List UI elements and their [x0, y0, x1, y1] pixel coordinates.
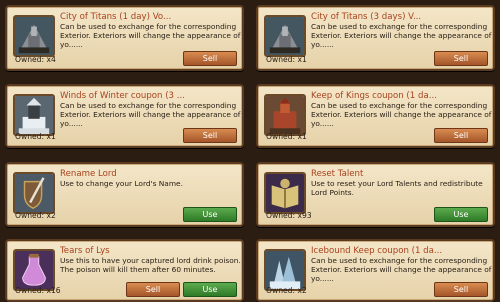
item-card: City of Titans (3 days) V... Can be used…: [256, 5, 495, 71]
item-description: Can be used to exchange for the correspo…: [311, 256, 492, 283]
sell-button[interactable]: Sell: [183, 128, 237, 143]
sell-button[interactable]: Sell: [434, 282, 488, 297]
castle-icon: [13, 15, 55, 57]
item-card: Reset Talent Use to reset your Lord Tale…: [256, 162, 495, 227]
shield-quill-icon: [13, 172, 55, 214]
owned-count: Owned: x16: [15, 286, 61, 295]
use-button[interactable]: Use: [434, 207, 488, 222]
owned-count: Owned: x1: [266, 55, 307, 64]
sell-button[interactable]: Sell: [434, 128, 488, 143]
item-title: Tears of Lys: [60, 246, 110, 256]
item-card: Icebound Keep coupon (1 da... Can be use…: [256, 239, 495, 302]
owned-count: Owned: x2: [266, 286, 307, 295]
item-description: Can be used to exchange for the correspo…: [60, 22, 241, 49]
item-title: Winds of Winter coupon (3 ...: [60, 91, 185, 101]
red-keep-icon: [264, 94, 306, 136]
owned-count: Owned: x1: [15, 132, 56, 141]
use-button[interactable]: Use: [183, 282, 237, 297]
item-description: Can be used to exchange for the correspo…: [60, 101, 241, 128]
inventory-grid: City of Titans (1 day) Vo... Can be used…: [0, 0, 500, 302]
sell-button[interactable]: Sell: [126, 282, 180, 297]
item-card: Rename Lord Use to change your Lord's Na…: [5, 162, 244, 227]
item-description: Use to reset your Lord Talents and redis…: [311, 179, 483, 197]
book-icon: [264, 172, 306, 214]
item-card: Keep of Kings coupon (1 da... Can be use…: [256, 84, 495, 148]
item-title: Keep of Kings coupon (1 da...: [311, 91, 437, 101]
item-description: Can be used to exchange for the correspo…: [311, 101, 492, 128]
item-title: City of Titans (3 days) V...: [311, 12, 422, 22]
item-title: Reset Talent: [311, 169, 364, 179]
owned-count: Owned: x4: [15, 55, 56, 64]
item-description: Use this to have your captured lord drin…: [60, 256, 241, 274]
item-card: City of Titans (1 day) Vo... Can be used…: [5, 5, 244, 71]
owned-count: Owned: x1: [266, 132, 307, 141]
ice-keep-icon: [264, 249, 306, 291]
snow-tower-icon: [13, 94, 55, 136]
item-description: Use to change your Lord's Name.: [60, 179, 183, 188]
item-title: Icebound Keep coupon (1 da...: [311, 246, 443, 256]
poison-vial-icon: [13, 249, 55, 291]
item-card: Winds of Winter coupon (3 ... Can be use…: [5, 84, 244, 148]
use-button[interactable]: Use: [183, 207, 237, 222]
item-card: Tears of Lys Use this to have your captu…: [5, 239, 244, 302]
castle-icon: [264, 15, 306, 57]
item-title: Rename Lord: [60, 169, 117, 179]
item-description: Can be used to exchange for the correspo…: [311, 22, 492, 49]
owned-count: Owned: x2: [15, 211, 56, 220]
sell-button[interactable]: Sell: [183, 51, 237, 66]
item-title: City of Titans (1 day) Vo...: [60, 12, 172, 22]
owned-count: Owned: x93: [266, 211, 312, 220]
sell-button[interactable]: Sell: [434, 51, 488, 66]
